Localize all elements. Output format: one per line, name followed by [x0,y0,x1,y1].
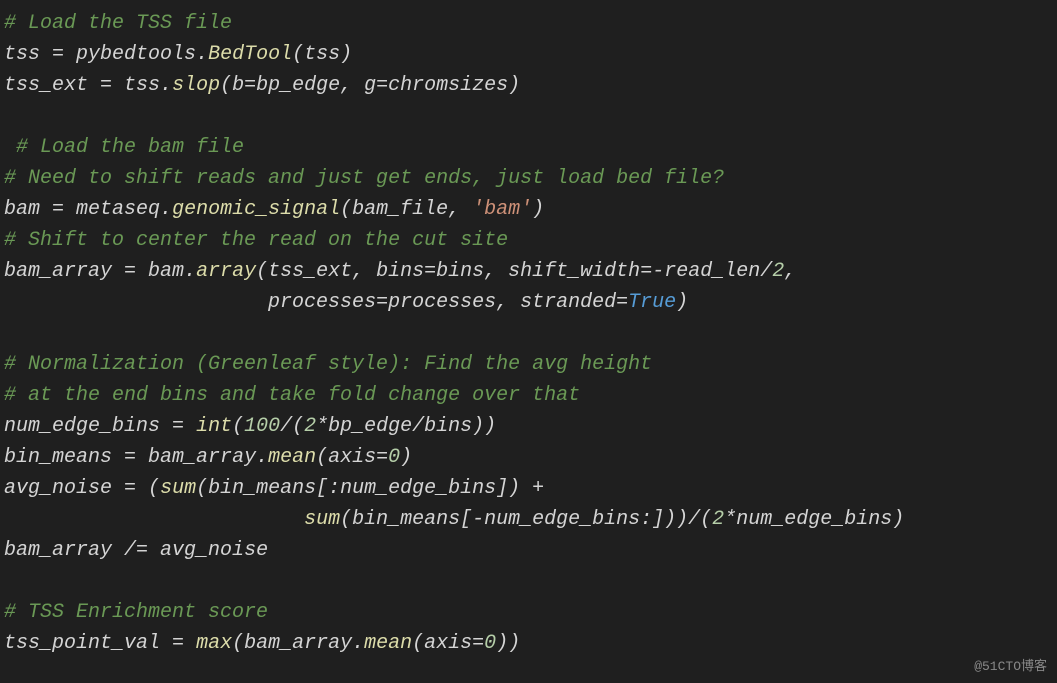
code-line: avg_noise = (sum(bin_means[:num_edge_bin… [4,473,1057,504]
number: 2 [304,415,316,438]
method: slop [172,74,220,97]
code-line: bam_array = bam.array(tss_ext, bins=bins… [4,256,1057,287]
code-line: # Load the bam file [4,132,1057,163]
code-line: # at the end bins and take fold change o… [4,380,1057,411]
code-block: # Load the TSS file tss = pybedtools.BedT… [0,0,1057,659]
string: 'bam' [472,198,532,221]
number: 100 [244,415,280,438]
watermark: @51CTO博客 [974,657,1047,677]
code-line: num_edge_bins = int(100/(2*bp_edge/bins)… [4,411,1057,442]
method: mean [268,446,316,469]
number: 2 [712,508,724,531]
number: 0 [484,632,496,655]
comment: # Load the bam file [4,136,244,159]
code-line: # Load the TSS file [4,8,1057,39]
blank-line [4,566,1057,597]
blank-line [4,318,1057,349]
method: genomic_signal [172,198,340,221]
code-line: sum(bin_means[-num_edge_bins:]))/(2*num_… [4,504,1057,535]
number: 0 [388,446,400,469]
number: 2 [772,260,784,283]
code-line: bin_means = bam_array.mean(axis=0) [4,442,1057,473]
builtin: int [196,415,232,438]
code-line: tss_point_val = max(bam_array.mean(axis=… [4,628,1057,659]
keyword: True [628,291,676,314]
comment: # at the end bins and take fold change o… [4,384,580,407]
code-line: bam = metaseq.genomic_signal(bam_file, '… [4,194,1057,225]
builtin: sum [304,508,340,531]
builtin: max [196,632,232,655]
code-line: bam_array /= avg_noise [4,535,1057,566]
code-line: processes=processes, stranded=True) [4,287,1057,318]
code-line: # TSS Enrichment score [4,597,1057,628]
method: array [196,260,256,283]
comment: # TSS Enrichment score [4,601,268,624]
method: BedTool [208,43,292,66]
blank-line [4,101,1057,132]
builtin: sum [160,477,196,500]
code-line: tss_ext = tss.slop(b=bp_edge, g=chromsiz… [4,70,1057,101]
comment: # Shift to center the read on the cut si… [4,229,508,252]
code-line: # Normalization (Greenleaf style): Find … [4,349,1057,380]
comment: # Normalization (Greenleaf style): Find … [4,353,652,376]
method: mean [364,632,412,655]
comment: # Load the TSS file [4,12,232,35]
code-line: # Shift to center the read on the cut si… [4,225,1057,256]
comment: # Need to shift reads and just get ends,… [4,167,724,190]
code-line: # Need to shift reads and just get ends,… [4,163,1057,194]
code-line: tss = pybedtools.BedTool(tss) [4,39,1057,70]
